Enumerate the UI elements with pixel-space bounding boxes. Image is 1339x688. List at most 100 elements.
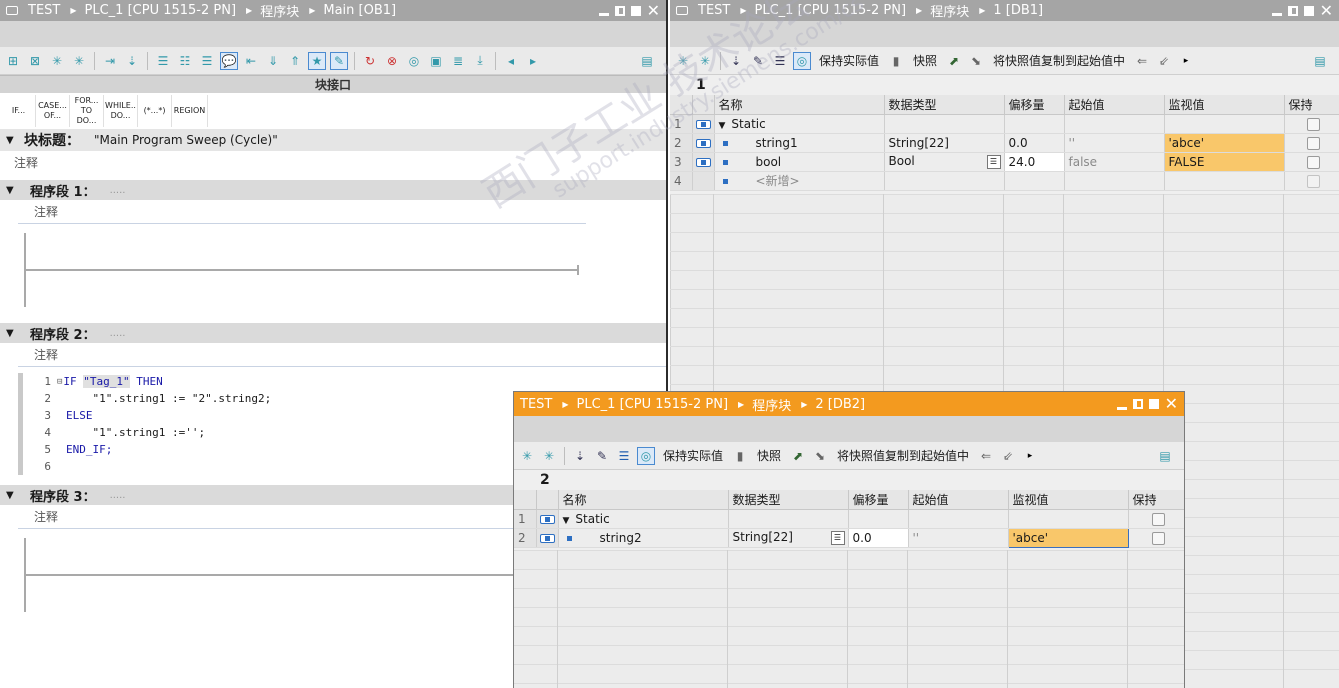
breadcrumb-block[interactable]: 1 [DB1] [993,3,1043,18]
close-icon[interactable]: ✕ [1320,2,1333,19]
add-row-icon[interactable]: ✳ [70,52,88,70]
view-icon[interactable]: ▣ [427,52,445,70]
table-row[interactable]: 4 <新增> [670,171,1339,191]
insert-row-icon[interactable]: ✳ [48,52,66,70]
breadcrumb-block[interactable]: Main [OB1] [323,3,396,18]
copy-snapshot-icon[interactable]: ⬈ [945,52,963,70]
breadcrumb-plc[interactable]: PLC_1 [CPU 1515-2 PN] [85,3,237,18]
load-start-icon[interactable]: ⇙ [1155,52,1173,70]
minimize-icon[interactable] [1116,406,1127,410]
segment-1-comment[interactable]: 注释 [0,200,666,223]
load-start-icon[interactable]: ⇙ [999,447,1017,465]
column-monitor-header[interactable]: 监视值 [1164,95,1285,115]
column-type-header[interactable]: 数据类型 [728,490,849,510]
table-row[interactable]: 1 ▼ Static [670,114,1339,134]
comment-toggle-icon[interactable]: 💬 [220,51,238,70]
type-cell[interactable] [884,171,1005,191]
edit-icon[interactable]: ✎ [749,52,767,70]
name-cell[interactable]: ▼ Static [714,114,885,134]
load-snapshot-icon[interactable]: ⬊ [811,447,829,465]
retain-checkbox[interactable] [1307,155,1320,169]
restore-icon[interactable] [1287,5,1298,16]
block-title-value[interactable]: "Main Program Sweep (Cycle)" [94,133,278,147]
step-icon[interactable]: ⇣ [123,52,141,70]
retain-checkbox[interactable] [1307,174,1320,188]
maximize-icon[interactable] [1303,5,1314,16]
next-icon[interactable]: ▸ [524,52,542,70]
more-icon[interactable]: ▸ [1177,52,1195,70]
copy-snapshot-to-start-button[interactable]: 将快照值复制到起始值中 [833,447,973,464]
block-title-row[interactable]: ▼ 块标题： "Main Program Sweep (Cycle)" [0,129,666,151]
maximize-icon[interactable] [630,5,641,16]
panel-toggle-icon[interactable]: ▤ [1156,447,1174,465]
call-delete-icon[interactable]: ⊗ [383,52,401,70]
code-tag[interactable]: "Tag_1" [83,375,130,388]
pin-icon[interactable]: ✎ [330,51,348,70]
type-cell[interactable] [728,509,849,529]
snapshot-icon[interactable]: ▮ [887,52,905,70]
add-row-icon[interactable]: ✳ [696,52,714,70]
db1-titlebar[interactable]: TEST ▶ PLC_1 [CPU 1515-2 PN] ▶ 程序块 ▶ 1 [DB1… [670,0,1339,21]
breadcrumb-project[interactable]: TEST [28,3,60,18]
start-cell[interactable] [1064,171,1165,191]
go-to-icon[interactable]: ⇥ [101,52,119,70]
column-offset-header[interactable]: 偏移量 [1004,95,1065,115]
keep-actual-values-button[interactable]: 保持实际值 [659,447,727,464]
breadcrumb-plc[interactable]: PLC_1 [CPU 1515-2 PN] [577,397,729,412]
expand-icon[interactable]: ⇑ [286,52,304,70]
db2-titlebar[interactable]: TEST ▶ PLC_1 [CPU 1515-2 PN] ▶ 程序块 ▶ 2 [DB2… [514,392,1184,416]
add-row-icon[interactable]: ✳ [540,447,558,465]
copy-snapshot-icon[interactable]: ⬈ [789,447,807,465]
breadcrumb-project[interactable]: TEST [520,397,552,412]
block-interface-bar[interactable]: 块接口 [0,75,666,93]
retain-checkbox[interactable] [1307,117,1320,131]
maximize-icon[interactable] [1148,399,1159,409]
retain-checkbox[interactable] [1151,512,1165,526]
download-icon[interactable]: ⤓ [471,52,489,70]
snapshot-icon[interactable]: ▮ [731,447,749,465]
segment-title-placeholder[interactable]: ..... [110,328,126,339]
type-cell[interactable]: String[22] ☰ [728,528,849,548]
segment-1-header[interactable]: ▼ 程序段 1： ..... [0,180,666,200]
keyword-for[interactable]: FOR... TO DO... [70,95,104,127]
column-start-header[interactable]: 起始值 [908,490,1009,510]
column-monitor-header[interactable]: 监视值 [1008,490,1129,510]
expand-triangle-icon[interactable]: ▼ [719,121,726,131]
keyword-if[interactable]: IF... [2,95,36,127]
load-snapshot-icon[interactable]: ⬊ [967,52,985,70]
list-icon[interactable]: ☷ [176,52,194,70]
table-row[interactable]: 2 string2 String[22] ☰ 0.0 '' 'abce' [514,527,1184,548]
monitor-glasses-icon[interactable]: ◎ [637,446,655,465]
column-name-header[interactable]: 名称 [558,490,729,510]
restore-icon[interactable] [614,5,625,16]
name-cell[interactable]: bool [714,152,885,172]
more-icon[interactable]: ▸ [1021,447,1039,465]
snapshot-button[interactable]: 快照 [753,447,785,464]
name-cell[interactable]: string2 [558,528,729,548]
close-icon[interactable]: ✕ [647,2,660,19]
monitor-glasses-icon[interactable]: ◎ [793,51,811,70]
panel-toggle-icon[interactable]: ▤ [1311,52,1329,70]
column-start-header[interactable]: 起始值 [1064,95,1165,115]
retain-checkbox[interactable] [1307,136,1320,150]
breadcrumb-blocks[interactable]: 程序块 [930,1,969,20]
insert-row-icon[interactable]: ✳ [518,447,536,465]
start-cell[interactable]: '' [1064,133,1165,153]
breadcrumb-project[interactable]: TEST [698,3,730,18]
table-row[interactable]: 2 string1 String[22] 0.0 '' 'abce' [670,133,1339,153]
segment-2-comment[interactable]: 注释 [0,343,666,366]
call-icon[interactable]: ↻ [361,52,379,70]
breadcrumb-block[interactable]: 2 [DB2] [815,397,865,412]
outdent-icon[interactable]: ⇤ [242,52,260,70]
segment-2-header[interactable]: ▼ 程序段 2： ..... [0,323,666,343]
keyword-case[interactable]: CASE... OF... [36,95,70,127]
start-cell[interactable]: false [1064,152,1165,172]
segment-title-placeholder[interactable]: ..... [110,490,126,501]
keyword-comment[interactable]: (*...*) [138,95,172,127]
retain-cell[interactable] [1128,528,1184,548]
list-icon[interactable]: ☰ [615,447,633,465]
breadcrumb-blocks[interactable]: 程序块 [752,395,791,414]
collapse-triangle-icon[interactable]: ▼ [6,328,16,339]
add-new-row[interactable]: <新增> [756,174,800,188]
keyword-while[interactable]: WHILE.. DO... [104,95,138,127]
